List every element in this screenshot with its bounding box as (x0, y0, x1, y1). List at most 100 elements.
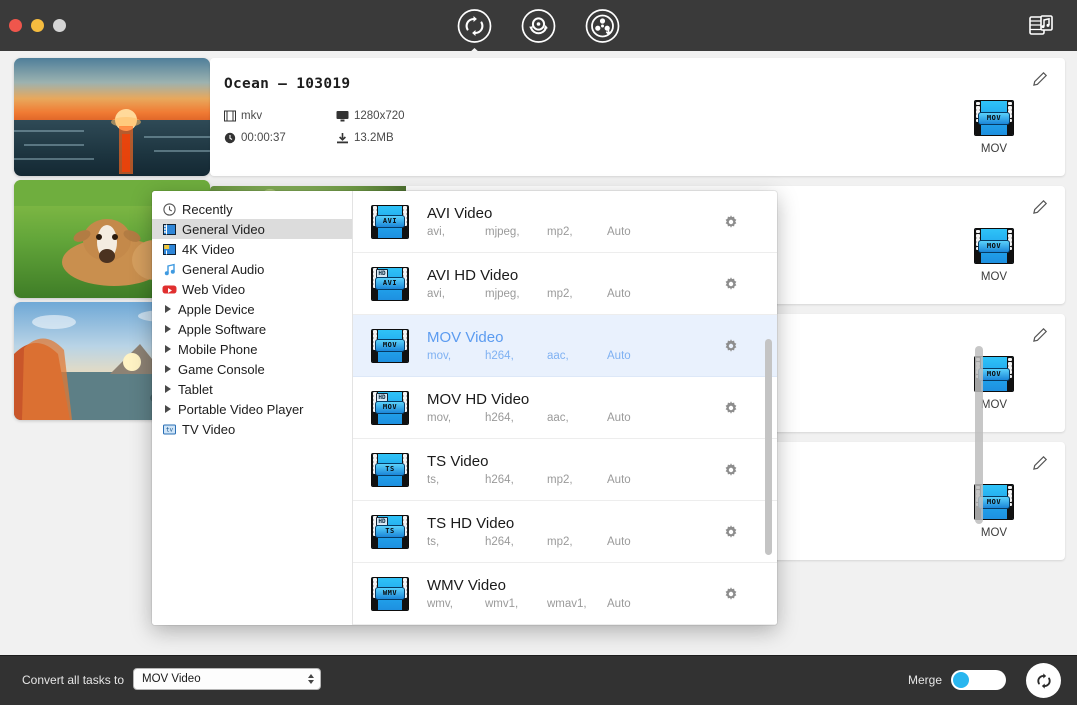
target-format-label: MOV (980, 399, 1008, 411)
settings-gear-icon (725, 276, 737, 290)
format-ext: wmv, (427, 598, 453, 611)
convert-circular-arrows-icon (1036, 672, 1051, 689)
category-item-mobile-phone[interactable]: Mobile Phone (152, 339, 352, 359)
category-item-game-console[interactable]: Game Console (152, 359, 352, 379)
card-list-scrollbar[interactable] (975, 346, 983, 524)
format-quality: Auto (607, 288, 631, 301)
svg-text:tv: tv (166, 426, 174, 433)
format-row-mov-hd-video[interactable]: HD MOV MOV HD Video mov, h264, aac, Auto (353, 377, 777, 439)
merge-toggle[interactable] (951, 670, 1006, 690)
edit-button[interactable] (1032, 327, 1048, 343)
format-acodec: wmav1, (547, 598, 587, 611)
format-ext: ts, (427, 474, 440, 487)
disclosure-triangle-icon (165, 365, 171, 373)
stepper-arrows-icon (308, 674, 314, 684)
format-ext: ts, (427, 536, 440, 549)
format-quality: Auto (607, 598, 631, 611)
format-icon-ts-hd: HD TS (371, 514, 409, 549)
category-item-general-audio[interactable]: General Audio (152, 259, 352, 279)
minimize-button[interactable] (31, 19, 44, 32)
monitor-icon (336, 111, 349, 122)
media-toolbox-icon (1029, 15, 1053, 35)
format-settings-button[interactable] (723, 524, 739, 540)
format-vcodec: h264, (485, 474, 514, 487)
downloader-tab[interactable] (581, 4, 624, 47)
format-row-wmv-video[interactable]: WMV WMV Video wmv, wmv1, wmav1, Auto (353, 563, 777, 625)
format-settings-button[interactable] (723, 214, 739, 230)
edit-button[interactable] (1032, 455, 1048, 471)
category-item-portable-video-player[interactable]: Portable Video Player (152, 399, 352, 419)
format-acodec: mp2, (547, 536, 573, 549)
converter-tab[interactable] (453, 4, 496, 58)
format-list-scrollbar[interactable] (765, 339, 772, 555)
category-item-web-video[interactable]: Web Video (152, 279, 352, 299)
format-icon-wmv: WMV (371, 576, 409, 611)
category-label: General Audio (182, 261, 265, 277)
format-list: AVI AVI Video avi, mjpeg, mp2, Auto HD A… (353, 191, 777, 625)
category-item-apple-software[interactable]: Apple Software (152, 319, 352, 339)
target-format-label: MOV (980, 143, 1008, 155)
format-settings-button[interactable] (723, 338, 739, 354)
thumbnail-ocean-sunset[interactable] (14, 58, 210, 176)
format-settings-button[interactable] (723, 462, 739, 478)
format-vcodec: h264, (485, 536, 514, 549)
convert-all-format-select[interactable]: MOV Video (133, 668, 321, 690)
format-row-avi-hd-video[interactable]: HD AVI AVI HD Video avi, mjpeg, mp2, Aut… (353, 253, 777, 315)
category-item-4k-video[interactable]: 4K Video (152, 239, 352, 259)
disclosure-triangle-icon (165, 305, 171, 313)
file-card[interactable]: Ocean – 103019 mkv 1280x720 00:00:37 13.… (210, 58, 1065, 176)
format-quality: Auto (607, 350, 631, 363)
category-item-apple-device[interactable]: Apple Device (152, 299, 352, 319)
convert-all-selected-value: MOV Video (142, 673, 201, 685)
disclosure-triangle-icon (165, 385, 171, 393)
category-item-tablet[interactable]: Tablet (152, 379, 352, 399)
format-ext: avi, (427, 226, 445, 239)
video-icon (162, 222, 177, 237)
category-item-general-video[interactable]: General Video (152, 219, 352, 239)
category-label: Web Video (182, 281, 246, 297)
category-item-tv-video[interactable]: tv TV Video (152, 419, 352, 439)
format-quality: Auto (607, 474, 631, 487)
format-picker-popup: Recently General Video 4K Video General … (152, 191, 777, 625)
format-icon-mov: MOV (974, 228, 1014, 264)
format-settings-button[interactable] (723, 586, 739, 602)
disclosure-triangle-icon (165, 325, 171, 333)
file-meta: mkv 1280x720 00:00:37 13.2MB (224, 110, 554, 154)
convert-all-label: Convert all tasks to (22, 673, 125, 687)
settings-gear-icon (725, 400, 737, 414)
target-format[interactable]: MOV MOV (959, 484, 1029, 539)
disclosure-triangle-icon (165, 405, 171, 413)
convert-button[interactable] (1026, 663, 1061, 698)
target-format[interactable]: MOV MOV (959, 228, 1029, 283)
traffic-lights (9, 19, 66, 32)
format-settings-button[interactable] (723, 400, 739, 416)
category-item-recently[interactable]: Recently (152, 199, 352, 219)
format-settings-button[interactable] (723, 276, 739, 292)
zoom-button (53, 19, 66, 32)
clock-icon (224, 132, 236, 144)
close-button[interactable] (9, 19, 22, 32)
media-toolbox-button[interactable] (1025, 10, 1057, 42)
pencil-icon (1033, 327, 1048, 342)
category-label: Tablet (178, 381, 213, 397)
format-row-avi-video[interactable]: AVI AVI Video avi, mjpeg, mp2, Auto (353, 191, 777, 253)
format-row-mov-video[interactable]: MOV MOV Video mov, h264, aac, Auto (353, 315, 777, 377)
meta-duration: 00:00:37 (224, 132, 336, 144)
format-row-ts-hd-video[interactable]: HD TS TS HD Video ts, h264, mp2, Auto (353, 501, 777, 563)
target-format[interactable]: MOV MOV (959, 100, 1029, 155)
target-format-label: MOV (980, 271, 1008, 283)
target-format[interactable]: MOV MOV (959, 356, 1029, 411)
format-icon-ts: TS (371, 452, 409, 487)
format-quality: Auto (607, 226, 631, 239)
edit-button[interactable] (1032, 71, 1048, 87)
ripper-tab[interactable] (517, 4, 560, 47)
format-row-ts-video[interactable]: TS TS Video ts, h264, mp2, Auto (353, 439, 777, 501)
meta-size: 13.2MB (336, 132, 448, 144)
edit-button[interactable] (1032, 199, 1048, 215)
settings-gear-icon (725, 524, 737, 538)
format-acodec: aac, (547, 412, 569, 425)
disc-ripper-icon (521, 8, 556, 43)
format-vcodec: h264, (485, 412, 514, 425)
tv-video-icon: tv (162, 422, 177, 437)
category-column: Recently General Video 4K Video General … (152, 191, 353, 625)
